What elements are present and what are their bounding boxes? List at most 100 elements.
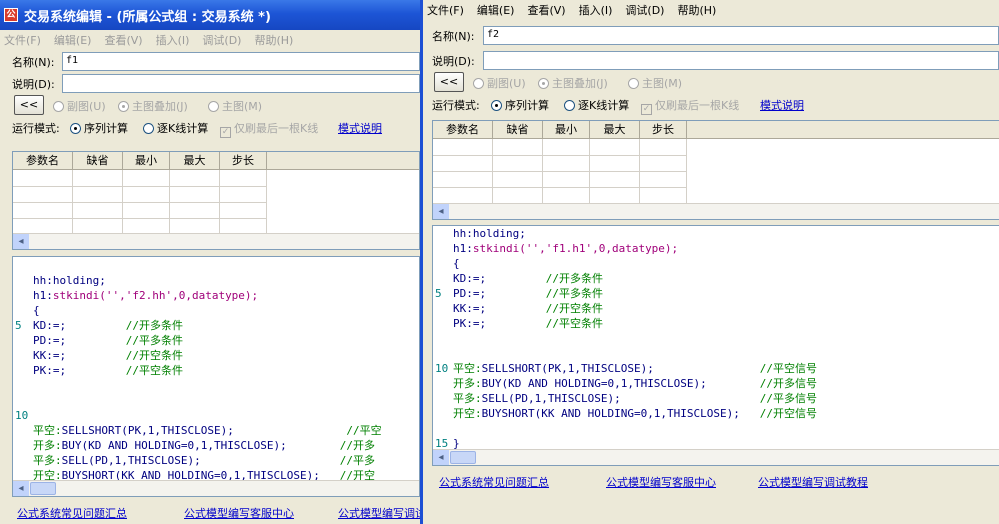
- code-line[interactable]: KD:=; //开多条件: [433, 271, 999, 286]
- code-line[interactable]: {: [13, 303, 419, 318]
- code-line[interactable]: 5 PD:=; //平多条件: [433, 286, 999, 301]
- code-line[interactable]: h1:stkindi('','f2.hh',0,datatype);: [13, 288, 419, 303]
- faq-link[interactable]: 公式系统常见问题汇总: [439, 474, 549, 490]
- editor-hscrollbar[interactable]: ◂: [13, 480, 419, 496]
- code-line[interactable]: 开多:BUY(KD AND HOLDING=0,1,THISCLOSE); //…: [433, 376, 999, 391]
- code-line[interactable]: KK:=; //开空条件: [433, 301, 999, 316]
- option-main-chart[interactable]: 主图(M): [208, 98, 262, 114]
- code-line[interactable]: hh:holding;: [13, 273, 419, 288]
- option-main-chart[interactable]: 主图(M): [628, 75, 682, 91]
- code-line[interactable]: 平空:SELLSHORT(PK,1,THISCLOSE); //平空: [13, 423, 419, 438]
- menu-debug[interactable]: 调试(D): [202, 32, 241, 48]
- code-line[interactable]: [433, 331, 999, 346]
- code-editor[interactable]: hh:holding; h1:stkindi('','f1.h1',0,datat…: [432, 225, 999, 466]
- name-input[interactable]: f1: [62, 52, 420, 71]
- scroll-left-icon[interactable]: ◂: [13, 481, 29, 496]
- code-line[interactable]: 开空:BUYSHORT(KK AND HOLDING=0,1,THISCLOSE…: [433, 406, 999, 421]
- menu-insert[interactable]: 插入(I): [579, 2, 613, 18]
- tutorial-link[interactable]: 公式模型编写调试教程: [338, 505, 420, 521]
- menu-help[interactable]: 帮助(H): [677, 2, 716, 18]
- param-table[interactable]: 参数名 缺省 最小 最大 步长 ◂: [432, 120, 999, 220]
- refresh-last-bar-checkbox[interactable]: ✓ 仅刷最后一根K线: [641, 97, 739, 115]
- menu-help[interactable]: 帮助(H): [254, 32, 293, 48]
- code-line[interactable]: 5 KD:=; //开多条件: [13, 318, 419, 333]
- col-max[interactable]: 最大: [170, 152, 220, 170]
- param-table[interactable]: 参数名 缺省 最小 最大 步长 ◂: [12, 151, 420, 250]
- code-line[interactable]: PK:=; //平空条件: [13, 363, 419, 378]
- code-line[interactable]: PD:=; //平多条件: [13, 333, 419, 348]
- collapse-button[interactable]: <<: [434, 72, 464, 92]
- code-line[interactable]: [433, 421, 999, 436]
- col-step[interactable]: 步长: [640, 121, 687, 139]
- code-line[interactable]: 10 平空:SELLSHORT(PK,1,THISCLOSE); //平空信号: [433, 361, 999, 376]
- col-param-name[interactable]: 参数名: [13, 152, 73, 170]
- code-line[interactable]: {: [433, 256, 999, 271]
- code-line[interactable]: h1:stkindi('','f1.h1',0,datatype);: [433, 241, 999, 256]
- menu-view[interactable]: 查看(V): [527, 2, 565, 18]
- tutorial-link[interactable]: 公式模型编写调试教程: [758, 474, 868, 490]
- menu-debug[interactable]: 调试(D): [625, 2, 664, 18]
- run-sequence-option[interactable]: 序列计算: [70, 120, 128, 136]
- code-line[interactable]: hh:holding;: [433, 226, 999, 241]
- radio-icon: [208, 101, 219, 112]
- scroll-thumb[interactable]: [30, 482, 56, 495]
- col-min[interactable]: 最小: [543, 121, 590, 139]
- col-default[interactable]: 缺省: [73, 152, 123, 170]
- col-min[interactable]: 最小: [123, 152, 170, 170]
- code-lines[interactable]: hh:holding; h1:stkindi('','f2.hh',0,datat…: [13, 257, 419, 496]
- editor-window-f1[interactable]: 公 交易系统编辑 - (所属公式组 : 交易系统 *) 文件(F) 编辑(E) …: [0, 0, 420, 524]
- collapse-button[interactable]: <<: [14, 95, 44, 115]
- menu-file[interactable]: 文件(F): [427, 2, 464, 18]
- name-input[interactable]: f2: [483, 26, 999, 45]
- param-table-body[interactable]: [433, 139, 999, 204]
- menu-insert[interactable]: 插入(I): [156, 32, 190, 48]
- code-token: //平空条件: [545, 317, 603, 330]
- scroll-left-icon[interactable]: ◂: [433, 450, 449, 465]
- code-line[interactable]: KK:=; //开空条件: [13, 348, 419, 363]
- refresh-last-bar-checkbox[interactable]: ✓ 仅刷最后一根K线: [220, 120, 318, 138]
- faq-link[interactable]: 公式系统常见问题汇总: [17, 505, 127, 521]
- code-line[interactable]: [13, 378, 419, 393]
- option-main-overlay[interactable]: 主图叠加(J): [118, 98, 188, 114]
- param-hscrollbar[interactable]: ◂: [13, 233, 419, 249]
- scroll-thumb[interactable]: [450, 451, 476, 464]
- menu-file[interactable]: 文件(F): [4, 32, 41, 48]
- support-link[interactable]: 公式模型编写客服中心: [606, 474, 716, 490]
- desc-input[interactable]: [62, 74, 420, 93]
- option-main-overlay[interactable]: 主图叠加(J): [538, 75, 608, 91]
- run-sequence-option[interactable]: 序列计算: [491, 97, 549, 113]
- code-line[interactable]: 10: [13, 408, 419, 423]
- mode-help-link[interactable]: 模式说明: [338, 120, 382, 136]
- option-subchart[interactable]: 副图(U): [473, 75, 526, 91]
- code-line[interactable]: [433, 346, 999, 361]
- param-hscrollbar[interactable]: ◂: [433, 203, 999, 219]
- col-param-name[interactable]: 参数名: [433, 121, 493, 139]
- code-editor[interactable]: hh:holding; h1:stkindi('','f2.hh',0,datat…: [12, 256, 420, 497]
- param-table-body[interactable]: [13, 170, 419, 234]
- menu-edit[interactable]: 编辑(E): [477, 2, 515, 18]
- run-mode-row: 运行模式: 序列计算 逐K线计算 ✓ 仅刷最后一根K线 模式说明: [0, 116, 420, 138]
- option-subchart[interactable]: 副图(U): [53, 98, 106, 114]
- scroll-left-icon[interactable]: ◂: [433, 204, 449, 219]
- code-lines[interactable]: hh:holding; h1:stkindi('','f1.h1',0,datat…: [433, 226, 999, 451]
- mode-help-link[interactable]: 模式说明: [760, 97, 804, 113]
- code-line[interactable]: 平多:SELL(PD,1,THISCLOSE); //平多信号: [433, 391, 999, 406]
- run-per-bar-option[interactable]: 逐K线计算: [564, 97, 629, 113]
- code-line[interactable]: 开多:BUY(KD AND HOLDING=0,1,THISCLOSE); //…: [13, 438, 419, 453]
- code-line[interactable]: 平多:SELL(PD,1,THISCLOSE); //平多: [13, 453, 419, 468]
- desc-input[interactable]: [483, 51, 999, 70]
- col-max[interactable]: 最大: [590, 121, 640, 139]
- editor-window-f2[interactable]: 文件(F) 编辑(E) 查看(V) 插入(I) 调试(D) 帮助(H) 名称(N…: [420, 0, 999, 524]
- code-line[interactable]: [13, 393, 419, 408]
- code-line[interactable]: PK:=; //平空条件: [433, 316, 999, 331]
- menu-edit[interactable]: 编辑(E): [54, 32, 92, 48]
- menu-view[interactable]: 查看(V): [104, 32, 142, 48]
- editor-hscrollbar[interactable]: ◂: [433, 449, 999, 465]
- title-bar[interactable]: 公 交易系统编辑 - (所属公式组 : 交易系统 *): [0, 0, 420, 30]
- run-per-bar-option[interactable]: 逐K线计算: [143, 120, 208, 136]
- col-default[interactable]: 缺省: [493, 121, 543, 139]
- scroll-left-icon[interactable]: ◂: [13, 234, 29, 249]
- col-step[interactable]: 步长: [220, 152, 267, 170]
- support-link[interactable]: 公式模型编写客服中心: [184, 505, 294, 521]
- radio-icon: [564, 100, 575, 111]
